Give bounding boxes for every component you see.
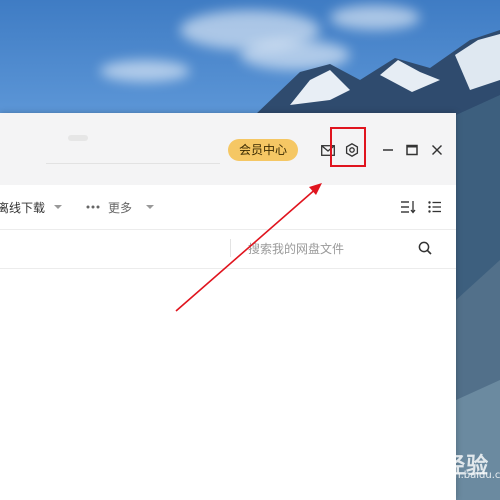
annotation-arrow (175, 183, 322, 312)
baidu-watermark-url: jingyan.baidu.com (424, 470, 500, 481)
